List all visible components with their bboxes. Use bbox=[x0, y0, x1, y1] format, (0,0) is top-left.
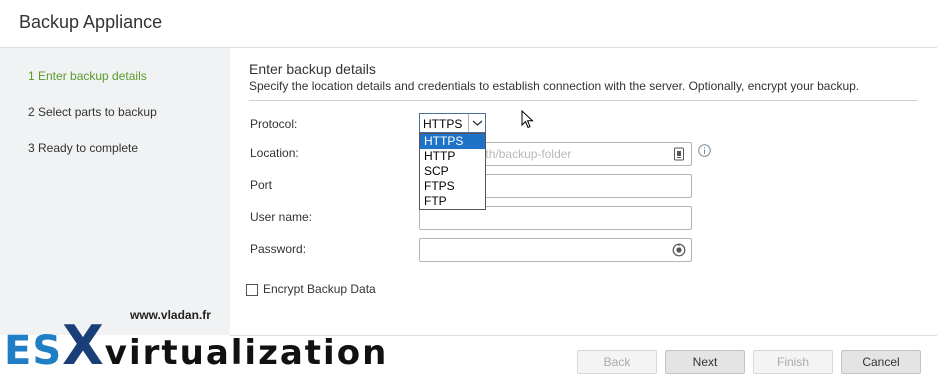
section-description: Specify the location details and credent… bbox=[249, 79, 860, 93]
section-heading: Enter backup details bbox=[249, 61, 376, 77]
watermark-logo: www.vladan.fr ESXvirtualization bbox=[0, 300, 386, 380]
brand-es: ES bbox=[4, 328, 63, 374]
next-button[interactable]: Next bbox=[665, 350, 745, 374]
protocol-dropdown-list: HTTPS HTTP SCP FTPS FTP bbox=[419, 133, 486, 210]
protocol-option-scp[interactable]: SCP bbox=[420, 164, 485, 179]
protocol-option-https[interactable]: HTTPS bbox=[420, 134, 485, 149]
brand-x: X bbox=[62, 314, 105, 377]
browse-file-icon[interactable] bbox=[672, 147, 686, 161]
protocol-option-ftps[interactable]: FTPS bbox=[420, 179, 485, 194]
protocol-select[interactable]: HTTPS bbox=[419, 113, 486, 133]
sidebar-step-ready-to-complete[interactable]: 3 Ready to complete bbox=[28, 141, 138, 155]
password-field bbox=[419, 238, 692, 262]
reveal-password-icon[interactable] bbox=[672, 243, 686, 257]
username-label: User name: bbox=[250, 210, 313, 224]
password-input[interactable] bbox=[420, 239, 691, 261]
protocol-option-ftp[interactable]: FTP bbox=[420, 194, 485, 209]
finish-button[interactable]: Finish bbox=[753, 350, 833, 374]
protocol-option-http[interactable]: HTTP bbox=[420, 149, 485, 164]
title-bar: Backup Appliance bbox=[0, 0, 937, 47]
port-label: Port bbox=[250, 178, 273, 192]
cancel-button[interactable]: Cancel bbox=[841, 350, 921, 374]
info-icon[interactable] bbox=[698, 144, 711, 157]
username-input[interactable] bbox=[420, 207, 691, 229]
location-label: Location: bbox=[250, 146, 299, 160]
wizard-sidebar: 1 Enter backup details 2 Select parts to… bbox=[0, 48, 230, 335]
protocol-selected-value: HTTPS bbox=[423, 117, 463, 131]
back-button[interactable]: Back bbox=[577, 350, 657, 374]
brand-rest: virtualization bbox=[104, 333, 389, 373]
watermark-url: www.vladan.fr bbox=[130, 308, 211, 322]
main-panel: Enter backup details Specify the locatio… bbox=[230, 48, 937, 335]
encrypt-checkbox-label[interactable]: Encrypt Backup Data bbox=[263, 282, 376, 296]
watermark-brand: ESXvirtualization bbox=[4, 319, 389, 377]
window-title: Backup Appliance bbox=[19, 12, 163, 32]
sidebar-step-enter-backup-details[interactable]: 1 Enter backup details bbox=[28, 69, 147, 83]
password-label: Password: bbox=[250, 242, 307, 256]
protocol-label: Protocol: bbox=[250, 117, 298, 131]
mouse-pointer-icon bbox=[521, 109, 534, 130]
section-divider bbox=[249, 100, 918, 101]
encrypt-checkbox[interactable] bbox=[246, 284, 258, 296]
chevron-down-icon[interactable] bbox=[468, 114, 485, 132]
sidebar-step-select-parts[interactable]: 2 Select parts to backup bbox=[28, 105, 157, 119]
